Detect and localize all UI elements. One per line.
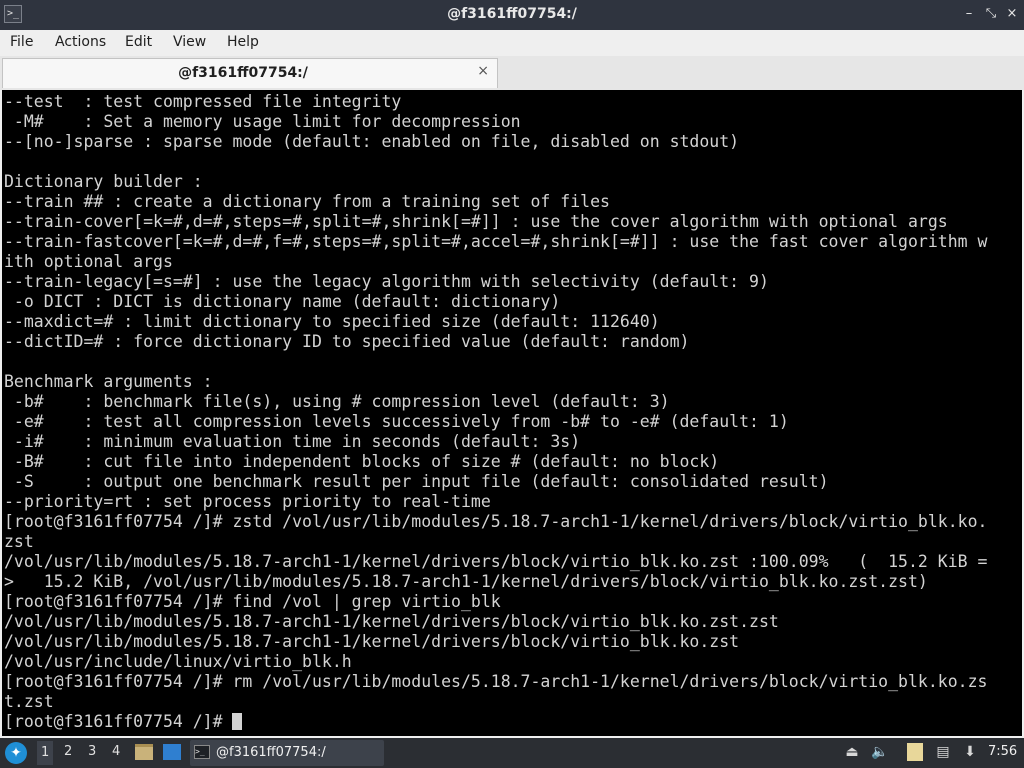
close-icon[interactable]: × bbox=[1004, 6, 1020, 22]
window-title: @f3161ff07754:/ bbox=[447, 6, 577, 22]
volume-icon[interactable]: 🔈 bbox=[871, 743, 889, 761]
menu-edit[interactable]: Edit bbox=[123, 34, 154, 50]
menu-view[interactable]: View bbox=[171, 34, 208, 50]
terminal-line: -o DICT : DICT is dictionary name (defau… bbox=[4, 292, 561, 311]
menu-help[interactable]: Help bbox=[225, 34, 261, 50]
text-cursor bbox=[232, 713, 243, 730]
terminal-line: /vol/usr/lib/modules/5.18.7-arch1-1/kern… bbox=[4, 632, 740, 651]
network-icon[interactable]: ▤ bbox=[934, 743, 952, 761]
terminal-line: --train-legacy[=s=#] : use the legacy al… bbox=[4, 272, 769, 291]
terminal-line: -b# : benchmark file(s), using # compres… bbox=[4, 392, 670, 411]
workspace-3[interactable]: 3 bbox=[88, 744, 96, 759]
tab-close-icon[interactable]: × bbox=[477, 63, 489, 79]
terminal-line: -M# : Set a memory usage limit for decom… bbox=[4, 112, 521, 131]
terminal-line: --test : test compressed file integrity bbox=[4, 92, 402, 111]
terminal-line: --[no-]sparse : sparse mode (default: en… bbox=[4, 132, 740, 151]
terminal-line: [root@f3161ff07754 /]# rm /vol/usr/lib/m… bbox=[4, 672, 988, 691]
terminal-line: ith optional args bbox=[4, 252, 173, 271]
terminal-line: [root@f3161ff07754 /]# zstd /vol/usr/lib… bbox=[4, 512, 988, 531]
terminal-line: [root@f3161ff07754 /]# find /vol | grep … bbox=[4, 592, 501, 611]
restore-icon[interactable]: ⤡ bbox=[983, 6, 999, 22]
terminal-line: -B# : cut file into independent blocks o… bbox=[4, 452, 720, 471]
minimize-icon[interactable]: – bbox=[961, 6, 977, 22]
terminal-icon: >_ bbox=[194, 745, 210, 759]
eject-icon[interactable]: ⏏ bbox=[843, 743, 861, 761]
task-label: @f3161ff07754:/ bbox=[216, 745, 326, 760]
terminal-line: /vol/usr/include/linux/virtio_blk.h bbox=[4, 652, 352, 671]
terminal-prompt-line: [root@f3161ff07754 /]# bbox=[4, 712, 987, 732]
title-bar[interactable]: >_ @f3161ff07754:/ – ⤡ × bbox=[0, 0, 1024, 30]
terminal-line: Dictionary builder : bbox=[4, 172, 203, 191]
terminal-line: Benchmark arguments : bbox=[4, 372, 213, 391]
workspace-2[interactable]: 2 bbox=[64, 744, 72, 759]
terminal-window: >_ @f3161ff07754:/ – ⤡ × File Actions Ed… bbox=[0, 0, 1024, 738]
workspace-1[interactable]: 1 bbox=[37, 741, 54, 765]
terminal-line: --train ## : create a dictionary from a … bbox=[4, 192, 610, 211]
terminal-line: /vol/usr/lib/modules/5.18.7-arch1-1/kern… bbox=[4, 552, 988, 571]
taskbar: ✦ 1 2 3 4 >_ @f3161ff07754:/ ⏏ 🔈 ▤ ⬇ 7:5… bbox=[0, 738, 1024, 768]
tab-terminal[interactable]: @f3161ff07754:/ × bbox=[2, 58, 498, 88]
desktop-icon[interactable] bbox=[163, 744, 181, 760]
terminal-line: --maxdict=# : limit dictionary to specif… bbox=[4, 312, 660, 331]
taskbar-task-terminal[interactable]: >_ @f3161ff07754:/ bbox=[190, 740, 384, 766]
terminal-line: -e# : test all compression levels succes… bbox=[4, 412, 789, 431]
menu-file[interactable]: File bbox=[8, 34, 35, 50]
terminal-line: --dictID=# : force dictionary ID to spec… bbox=[4, 332, 690, 351]
tab-label: @f3161ff07754:/ bbox=[178, 65, 308, 81]
menu-bar: File Actions Edit View Help bbox=[0, 30, 1024, 56]
terminal-line: t.zst bbox=[4, 692, 54, 711]
terminal-line: --train-cover[=k=#,d=#,steps=#,split=#,s… bbox=[4, 212, 948, 231]
terminal-text: --test : test compressed file integrity … bbox=[4, 92, 987, 732]
terminal-line: -S : output one benchmark result per inp… bbox=[4, 472, 829, 491]
terminal-line: zst bbox=[4, 532, 34, 551]
terminal-line: -i# : minimum evaluation time in seconds… bbox=[4, 432, 581, 451]
file-manager-icon[interactable] bbox=[135, 744, 153, 760]
clipboard-icon[interactable] bbox=[907, 743, 923, 761]
start-menu-icon[interactable]: ✦ bbox=[5, 742, 27, 764]
update-icon[interactable]: ⬇ bbox=[961, 743, 979, 761]
shell-prompt: [root@f3161ff07754 /]# bbox=[4, 712, 233, 731]
terminal-line: /vol/usr/lib/modules/5.18.7-arch1-1/kern… bbox=[4, 612, 779, 631]
terminal-line: --priority=rt : set process priority to … bbox=[4, 492, 491, 511]
clock: 7:56 bbox=[988, 744, 1018, 759]
tab-bar: @f3161ff07754:/ × bbox=[0, 56, 1024, 90]
workspace-4[interactable]: 4 bbox=[112, 744, 120, 759]
terminal-line: --train-fastcover[=k=#,d=#,f=#,steps=#,s… bbox=[4, 232, 988, 251]
terminal-output[interactable]: --test : test compressed file integrity … bbox=[2, 90, 1024, 736]
terminal-line: > 15.2 KiB, /vol/usr/lib/modules/5.18.7-… bbox=[4, 572, 928, 591]
menu-actions[interactable]: Actions bbox=[53, 34, 108, 50]
